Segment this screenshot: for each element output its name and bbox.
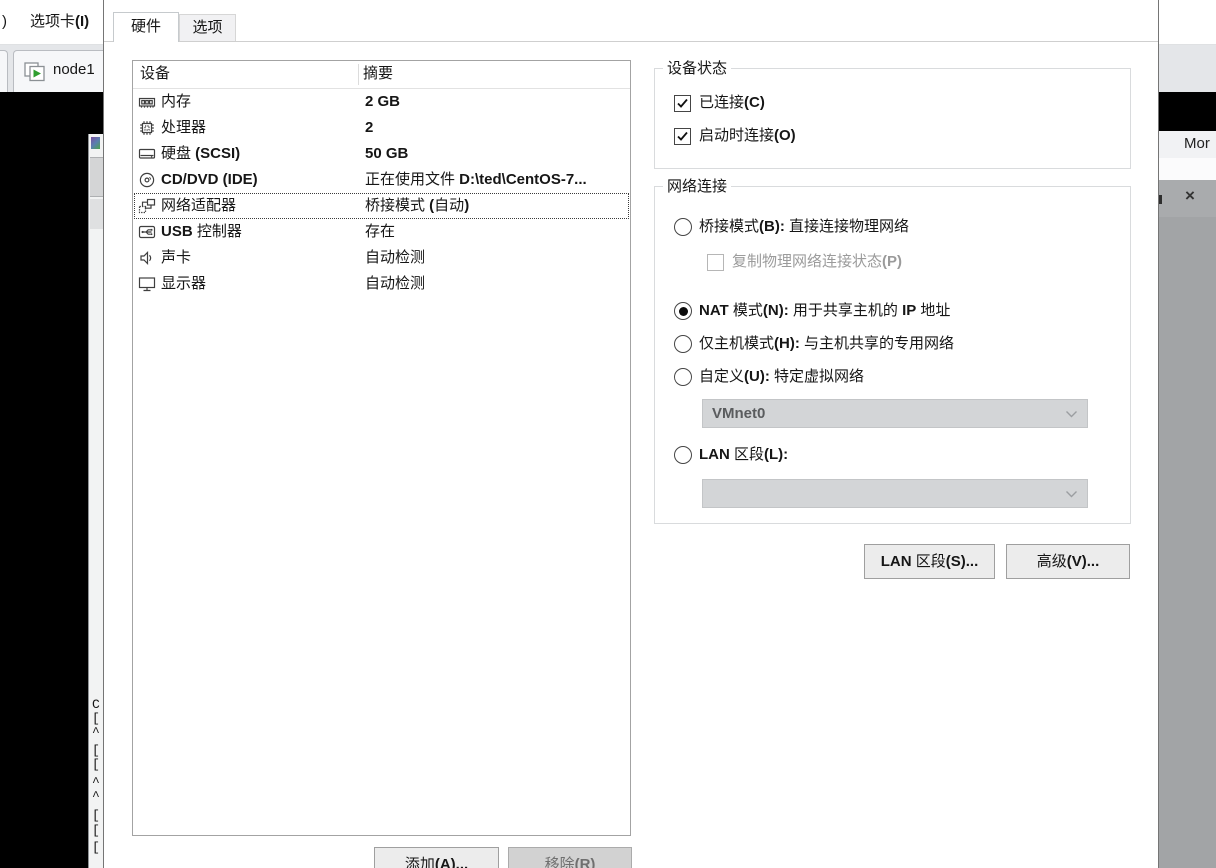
device-row-sound-card[interactable]: 声卡 自动检测: [134, 245, 629, 271]
replicate-state-checkbox[interactable]: [707, 254, 724, 271]
nat-label[interactable]: NAT 模式(N): 用于共享主机的 IP 地址: [699, 301, 950, 321]
lan-segment-dropdown[interactable]: [702, 479, 1088, 508]
vm-tab-icon: [24, 62, 48, 86]
menu-item-tabs[interactable]: 选项卡(I): [30, 0, 89, 44]
remove-button[interactable]: 移除(R): [508, 847, 632, 868]
group-title-network-connection: 网络连接: [663, 178, 731, 195]
device-summary: 自动检测: [365, 271, 425, 297]
harddisk-icon: [138, 145, 156, 163]
dropdown-chevron-icon: [1065, 410, 1078, 419]
background-window-sliver: C [ ^ [ [ ^ ^ [ [ [: [88, 134, 103, 868]
vm-settings-dialog: 硬件 选项 设备 摘要 内存 2 GB: [103, 0, 1159, 868]
usb-controller-icon: [138, 223, 156, 241]
device-name: 网络适配器: [161, 193, 236, 219]
replicate-state-label: 复制物理网络连接状态(P): [732, 252, 902, 272]
column-header-device: 设备: [140, 61, 170, 87]
tab-divider: [104, 41, 1158, 42]
add-button[interactable]: 添加(A)...: [374, 847, 499, 868]
connected-checkbox[interactable]: [674, 95, 691, 112]
custom-label[interactable]: 自定义(U): 特定虚拟网络: [699, 367, 864, 387]
device-summary: 存在: [365, 219, 395, 245]
device-name: 内存: [161, 89, 191, 115]
background-titlebar-fragment: Mor: [1159, 131, 1216, 158]
memory-icon: [138, 93, 156, 111]
device-name: USB 控制器: [161, 219, 242, 245]
device-list-header: 设备 摘要: [133, 61, 630, 89]
lan-segments-button[interactable]: LAN 区段(S)...: [864, 544, 995, 579]
host-only-radio[interactable]: [674, 335, 692, 353]
connect-at-power-on-checkbox[interactable]: [674, 128, 691, 145]
device-row-display[interactable]: 显示器 自动检测: [134, 271, 629, 297]
device-name: 显示器: [161, 271, 206, 297]
device-name: 处理器: [161, 115, 206, 141]
device-row-processor[interactable]: 处理器 2: [134, 115, 629, 141]
device-row-cd-dvd[interactable]: CD/DVD (IDE) 正在使用文件 D:\ted\CentOS-7...: [134, 167, 629, 193]
background-window-controls: ×: [1159, 180, 1216, 217]
device-summary: 正在使用文件 D:\ted\CentOS-7...: [365, 167, 587, 193]
custom-radio[interactable]: [674, 368, 692, 386]
column-separator: [358, 64, 359, 85]
cd-dvd-icon: [138, 171, 156, 189]
tab-options[interactable]: 选项: [179, 14, 236, 41]
button-fragment: [90, 199, 104, 229]
column-header-summary: 摘要: [363, 61, 393, 87]
lan-segment-label[interactable]: LAN 区段(L):: [699, 445, 788, 465]
display-icon: [138, 275, 156, 293]
device-summary: 桥接模式 (自动): [365, 193, 469, 219]
custom-network-value: VMnet0: [712, 405, 765, 422]
device-summary: 50 GB: [365, 141, 408, 167]
network-connection-group: 网络连接 桥接模式(B): 直接连接物理网络 复制物理网络连接状态(P) NAT…: [654, 186, 1131, 524]
advanced-button[interactable]: 高级(V)...: [1006, 544, 1130, 579]
background-window-title: Mor: [1184, 135, 1210, 152]
processor-icon: [138, 119, 156, 137]
device-row-network-adapter[interactable]: 网络适配器 桥接模式 (自动): [134, 193, 629, 219]
host-only-label[interactable]: 仅主机模式(H): 与主机共享的专用网络: [699, 334, 954, 354]
device-summary: 2 GB: [365, 89, 400, 115]
device-summary: 2: [365, 115, 373, 141]
bridged-radio[interactable]: [674, 218, 692, 236]
menu-fragment: ): [2, 0, 7, 44]
close-icon[interactable]: ×: [1185, 186, 1195, 206]
device-row-harddisk[interactable]: 硬盘 (SCSI) 50 GB: [134, 141, 629, 167]
device-list: 设备 摘要 内存 2 GB: [132, 60, 631, 836]
nat-radio[interactable]: [674, 302, 692, 320]
lan-segment-radio[interactable]: [674, 446, 692, 464]
bridged-label[interactable]: 桥接模式(B): 直接连接物理网络: [699, 217, 909, 237]
network-adapter-icon: [138, 197, 156, 215]
device-summary: 自动检测: [365, 245, 425, 271]
device-name: CD/DVD (IDE): [161, 167, 258, 193]
connect-at-power-on-label[interactable]: 启动时连接(O): [699, 126, 796, 146]
device-name: 硬盘 (SCSI): [161, 141, 240, 167]
screen: ) 选项卡(I) node1 C [ ^ [ [ ^ ^ [ [ [: [0, 0, 1216, 868]
tab-hardware[interactable]: 硬件: [113, 12, 179, 42]
window-icon-fragment: [91, 137, 100, 149]
device-row-usb-controller[interactable]: USB 控制器 存在: [134, 219, 629, 245]
group-title-device-status: 设备状态: [663, 60, 731, 77]
button-fragment: [90, 157, 104, 197]
sound-card-icon: [138, 249, 156, 267]
background-toolbar-fragment: [1159, 158, 1216, 180]
connected-label[interactable]: 已连接(C): [699, 93, 765, 113]
vm-tab-label: node1: [53, 61, 95, 78]
device-row-memory[interactable]: 内存 2 GB: [134, 89, 629, 115]
dropdown-chevron-icon: [1065, 490, 1078, 499]
vm-tab-fragment[interactable]: [0, 50, 8, 92]
text-fragment: [1159, 195, 1162, 204]
device-status-group: 设备状态 已连接(C) 启动时连接(O): [654, 68, 1131, 169]
background-window-body: [1159, 217, 1216, 868]
device-name: 声卡: [161, 245, 191, 271]
custom-network-dropdown[interactable]: VMnet0: [702, 399, 1088, 428]
